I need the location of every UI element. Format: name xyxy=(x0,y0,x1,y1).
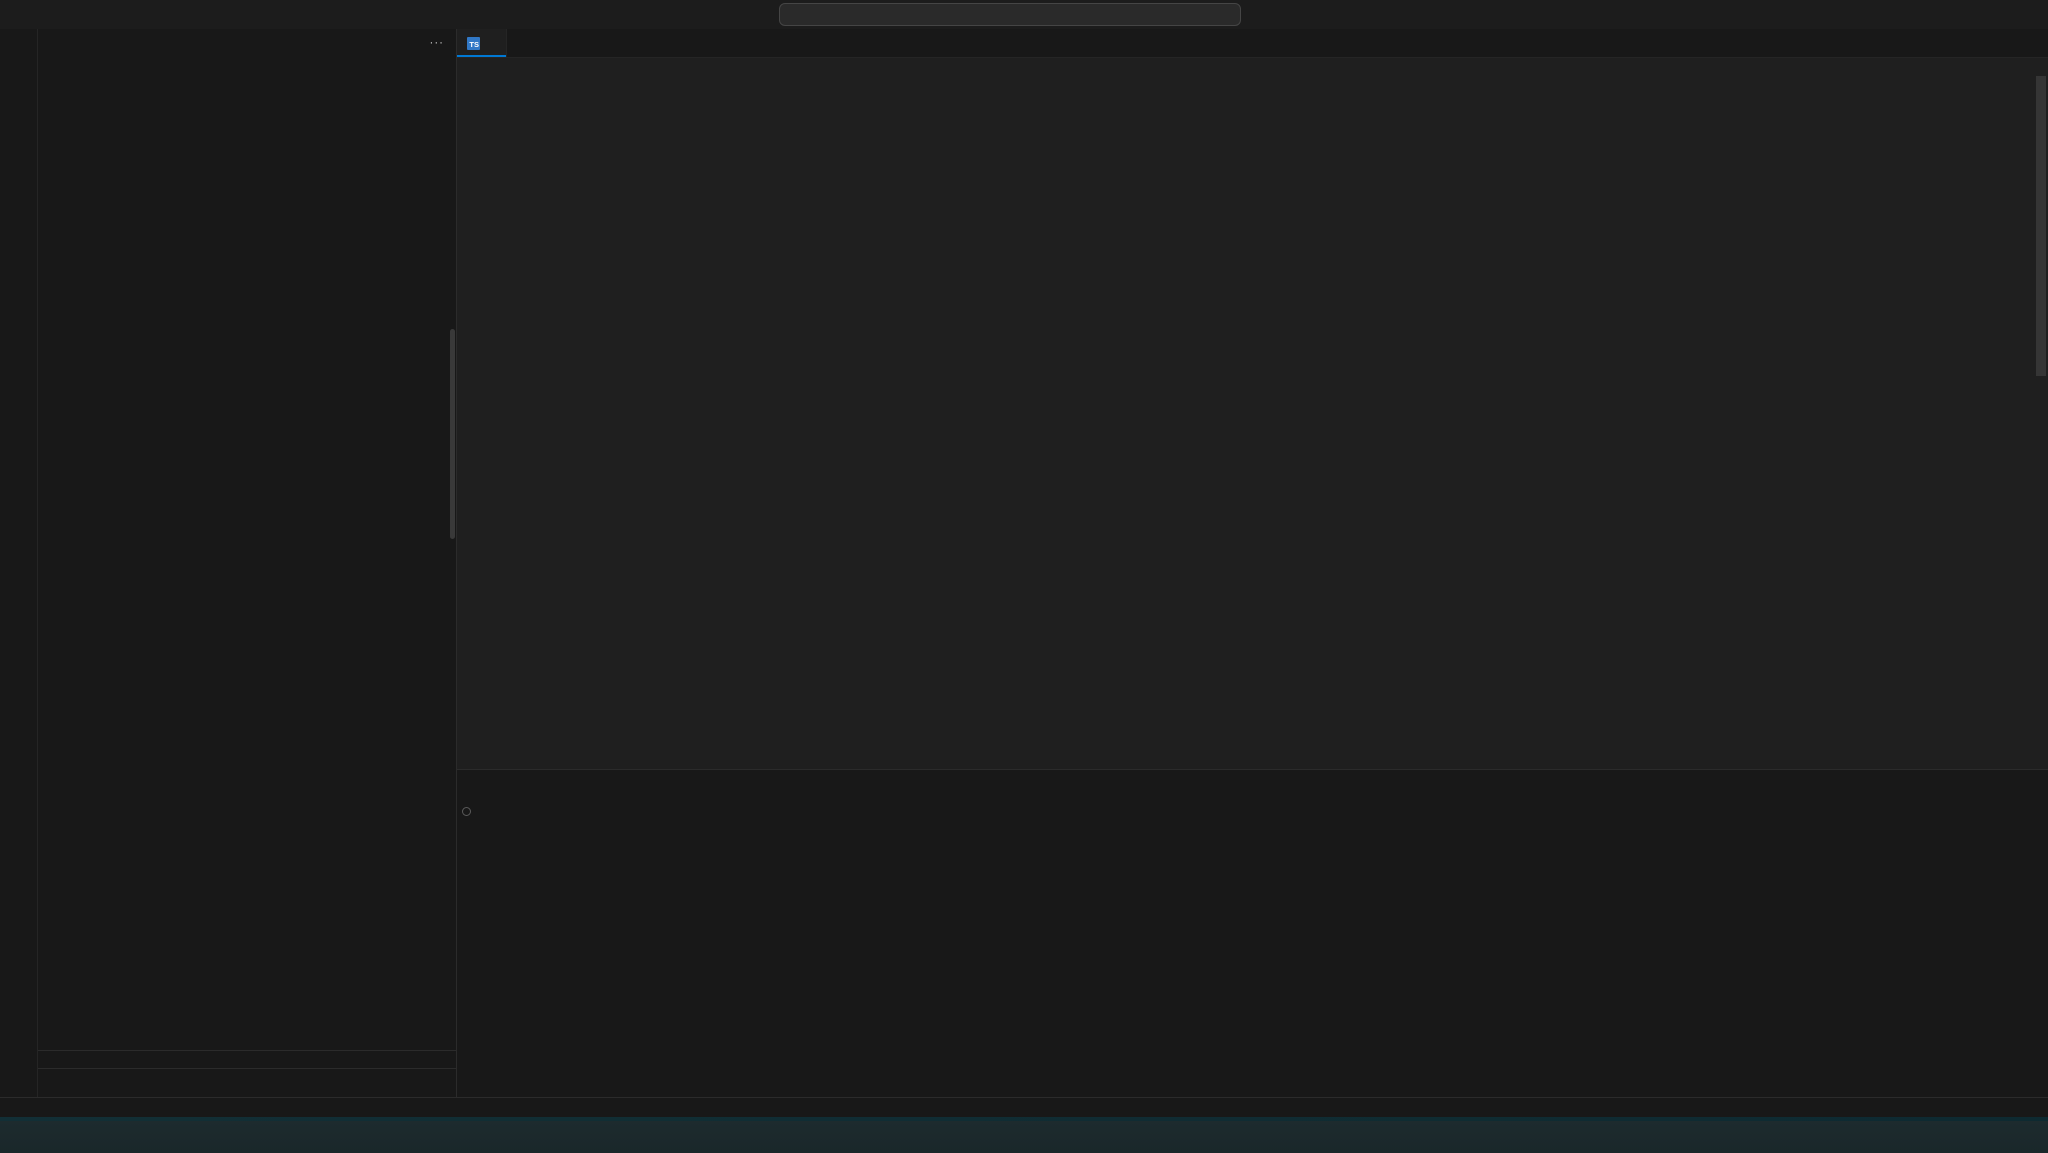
timeline-section[interactable] xyxy=(38,1068,456,1087)
windows-taskbar xyxy=(0,1121,2048,1153)
tab-faqschema[interactable]: TS xyxy=(457,29,507,57)
open-editors-section[interactable] xyxy=(38,56,456,74)
code-editor[interactable] xyxy=(457,76,2048,770)
explorer-sidebar: ··· xyxy=(38,29,457,1098)
command-center-search[interactable] xyxy=(779,3,1241,26)
editor-scrollbar[interactable] xyxy=(2034,76,2048,770)
titlebar xyxy=(0,0,2048,30)
vscode-logo-icon[interactable] xyxy=(10,6,28,24)
file-tree xyxy=(38,123,456,1051)
tab-bar: TS xyxy=(457,29,2048,58)
vscode-window: ··· TS xyxy=(0,0,2048,1117)
command-decoration-icon[interactable] xyxy=(462,807,471,816)
typescript-file-icon: TS xyxy=(467,37,480,50)
status-bar xyxy=(0,1097,2048,1117)
outline-section[interactable] xyxy=(38,1050,456,1069)
forward-icon[interactable] xyxy=(757,7,773,23)
back-icon[interactable] xyxy=(735,7,751,23)
terminal[interactable] xyxy=(457,800,2048,1098)
desktop: ··· TS xyxy=(0,0,2048,1153)
sidebar-scrollbar[interactable] xyxy=(450,329,455,539)
activity-bar xyxy=(0,29,38,1098)
project-root-section[interactable] xyxy=(38,74,456,92)
explorer-actions-icon[interactable]: ··· xyxy=(430,37,445,49)
bottom-panel xyxy=(457,769,2048,1098)
breadcrumb[interactable] xyxy=(457,57,2048,76)
